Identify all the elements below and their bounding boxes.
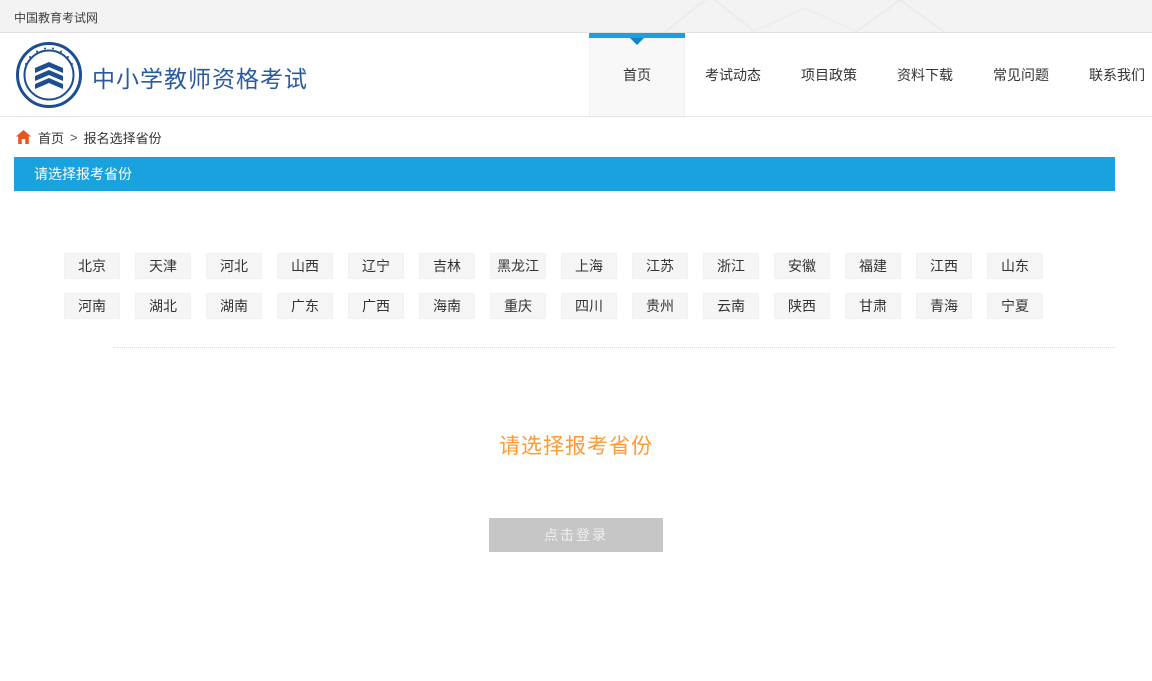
home-icon[interactable] [16, 130, 31, 144]
province-button-吉林[interactable]: 吉林 [419, 253, 475, 279]
province-button-贵州[interactable]: 贵州 [632, 293, 688, 319]
breadcrumb-separator: > [70, 130, 78, 145]
province-button-海南[interactable]: 海南 [419, 293, 475, 319]
dotted-divider [113, 347, 1115, 348]
nav-tab-联系我们[interactable]: 联系我们 [1069, 33, 1152, 117]
mountains-watermark-icon [655, 0, 955, 33]
province-button-广西[interactable]: 广西 [348, 293, 404, 319]
nav-tab-label: 项目政策 [801, 67, 857, 83]
active-tab-arrow-icon [630, 38, 644, 45]
province-button-四川[interactable]: 四川 [561, 293, 617, 319]
province-row-1: 北京 天津 河北 山西 辽宁 吉林 黑龙江 上海 江苏 浙江 安徽 福建 江西 … [64, 253, 1115, 279]
nav-tab-首页[interactable]: 首页 [589, 33, 685, 117]
province-button-安徽[interactable]: 安徽 [774, 253, 830, 279]
province-button-河北[interactable]: 河北 [206, 253, 262, 279]
breadcrumb-current: 报名选择省份 [84, 128, 162, 147]
exam-seal-logo [16, 42, 82, 108]
nav-tab-label: 考试动态 [705, 67, 761, 83]
select-province-prompt: 请选择报考省份 [0, 430, 1152, 460]
province-button-江苏[interactable]: 江苏 [632, 253, 688, 279]
nav-tab-label: 常见问题 [993, 67, 1049, 83]
province-button-广东[interactable]: 广东 [277, 293, 333, 319]
province-button-江西[interactable]: 江西 [916, 253, 972, 279]
province-button-河南[interactable]: 河南 [64, 293, 120, 319]
nav-tab-label: 资料下载 [897, 67, 953, 83]
province-button-山东[interactable]: 山东 [987, 253, 1043, 279]
nav-tab-项目政策[interactable]: 项目政策 [781, 33, 877, 117]
province-button-辽宁[interactable]: 辽宁 [348, 253, 404, 279]
breadcrumb-home[interactable]: 首页 [38, 128, 64, 147]
province-button-青海[interactable]: 青海 [916, 293, 972, 319]
province-button-福建[interactable]: 福建 [845, 253, 901, 279]
site-name: 中国教育考试网 [14, 9, 98, 26]
province-button-山西[interactable]: 山西 [277, 253, 333, 279]
province-button-重庆[interactable]: 重庆 [490, 293, 546, 319]
top-utility-bar: 中国教育考试网 [0, 0, 1152, 33]
province-button-湖北[interactable]: 湖北 [135, 293, 191, 319]
nav-tab-考试动态[interactable]: 考试动态 [685, 33, 781, 117]
nav-tab-常见问题[interactable]: 常见问题 [973, 33, 1069, 117]
province-button-北京[interactable]: 北京 [64, 253, 120, 279]
header: 中小学教师资格考试 首页 考试动态 项目政策 资料下载 常见问题 联系我们 [0, 33, 1152, 117]
province-button-黑龙江[interactable]: 黑龙江 [490, 253, 546, 279]
nav-tab-label: 首页 [623, 67, 651, 83]
nav-tab-资料下载[interactable]: 资料下载 [877, 33, 973, 117]
province-button-宁夏[interactable]: 宁夏 [987, 293, 1043, 319]
nav-tab-label: 联系我们 [1089, 67, 1145, 83]
login-button[interactable]: 点击登录 [489, 518, 663, 552]
province-button-上海[interactable]: 上海 [561, 253, 617, 279]
province-button-云南[interactable]: 云南 [703, 293, 759, 319]
breadcrumb: 首页 > 报名选择省份 [0, 117, 1152, 157]
province-grid: 北京 天津 河北 山西 辽宁 吉林 黑龙江 上海 江苏 浙江 安徽 福建 江西 … [14, 191, 1115, 348]
province-button-湖南[interactable]: 湖南 [206, 293, 262, 319]
province-button-浙江[interactable]: 浙江 [703, 253, 759, 279]
province-button-天津[interactable]: 天津 [135, 253, 191, 279]
section-banner: 请选择报考省份 [14, 157, 1115, 191]
main-nav: 首页 考试动态 项目政策 资料下载 常见问题 联系我们 [589, 33, 1152, 117]
province-button-陕西[interactable]: 陕西 [774, 293, 830, 319]
province-button-甘肃[interactable]: 甘肃 [845, 293, 901, 319]
page-title: 中小学教师资格考试 [92, 60, 308, 94]
province-row-2: 河南 湖北 湖南 广东 广西 海南 重庆 四川 贵州 云南 陕西 甘肃 青海 宁… [64, 293, 1115, 319]
